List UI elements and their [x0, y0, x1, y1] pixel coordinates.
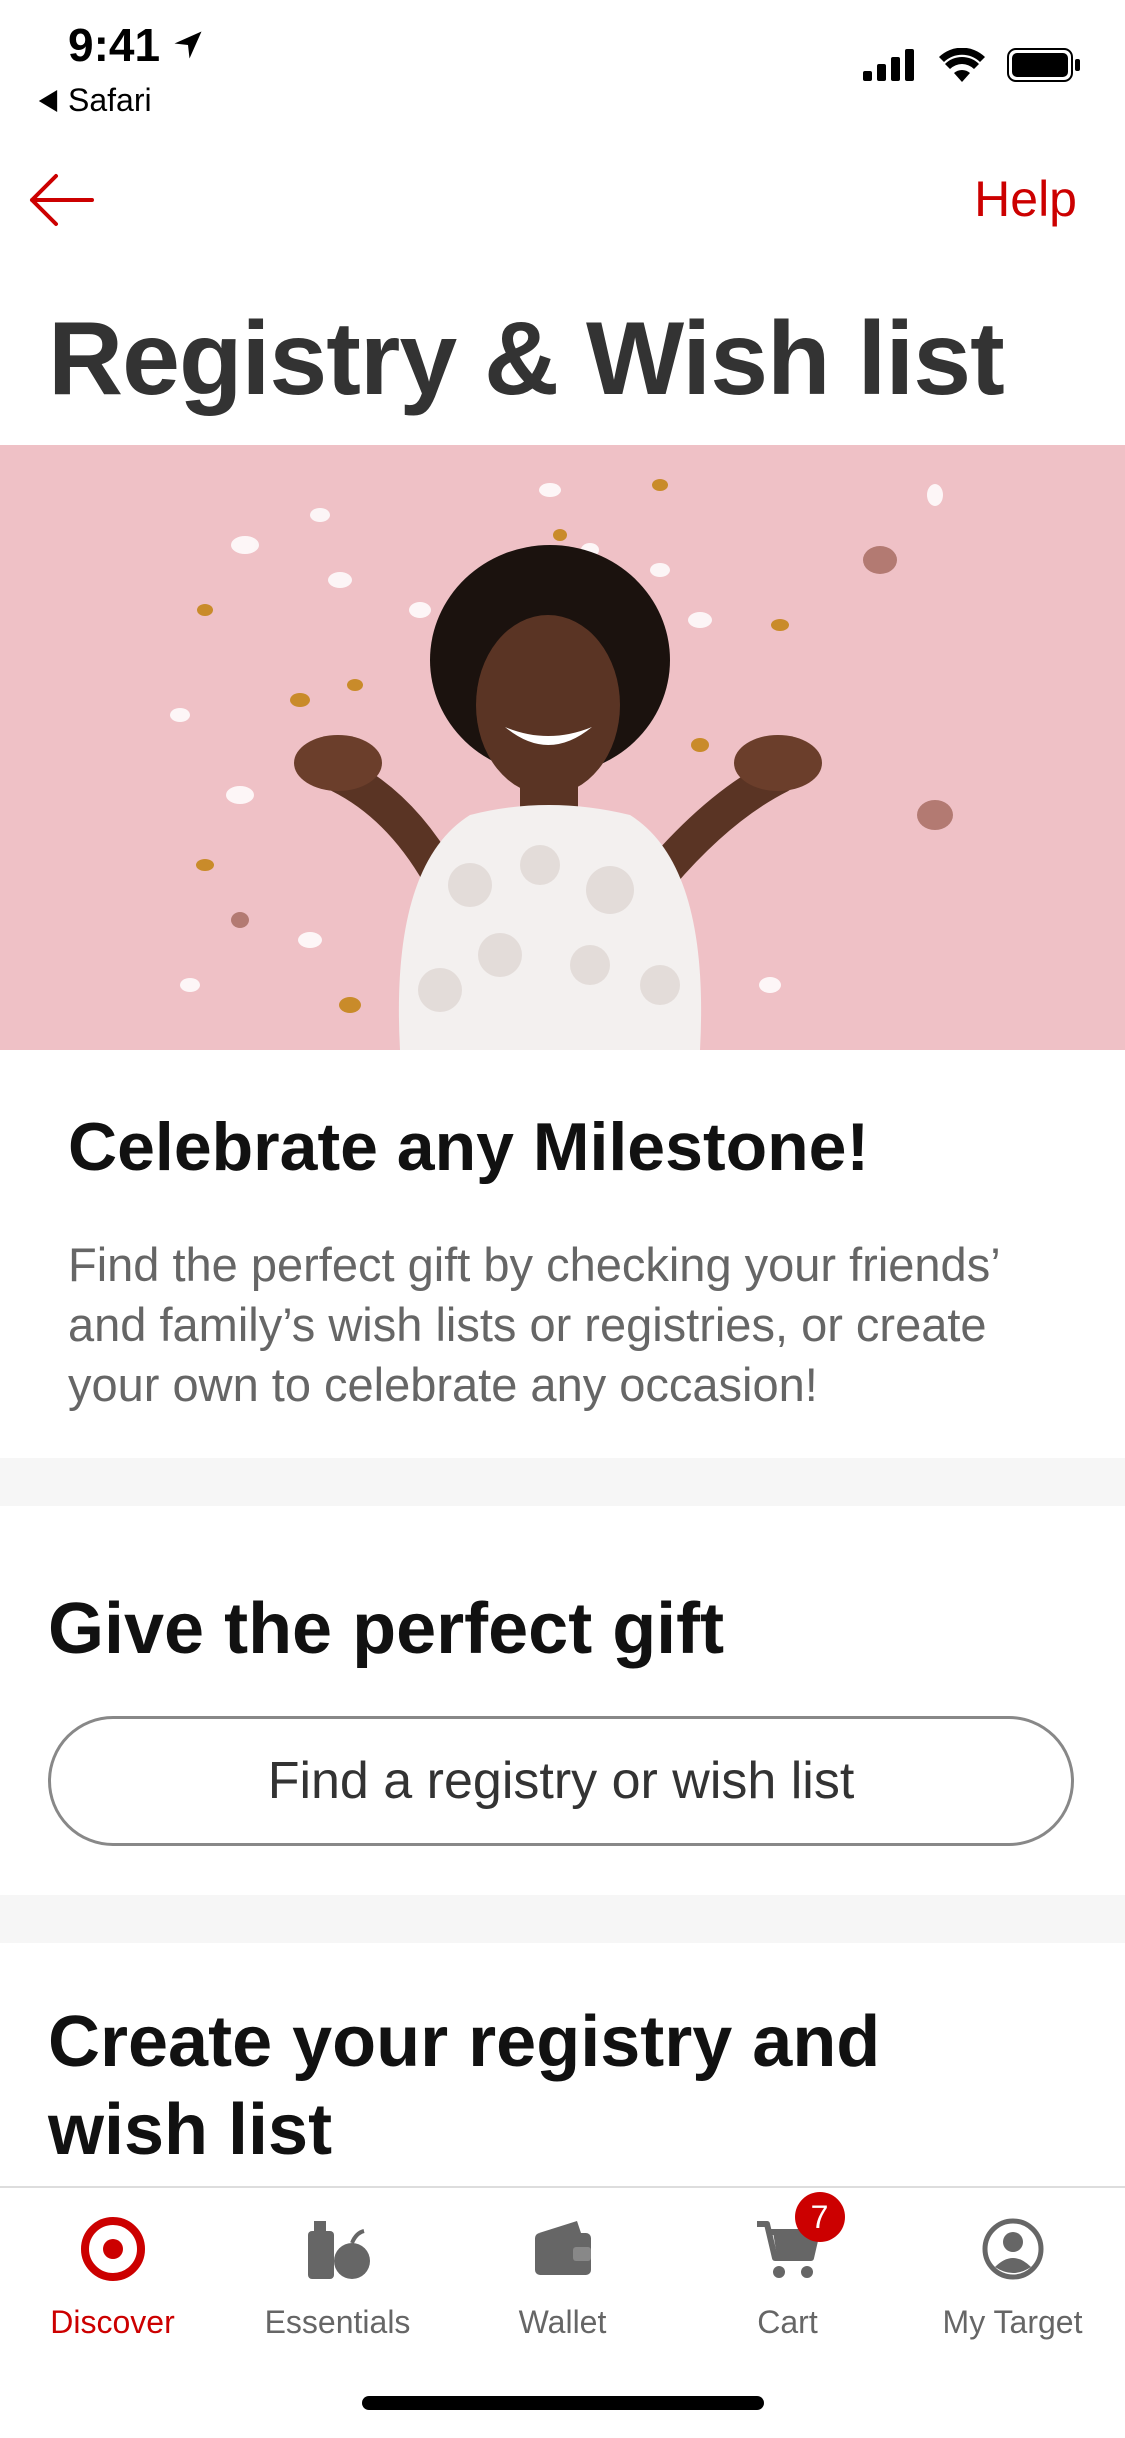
essentials-icon [303, 2214, 373, 2284]
back-button[interactable] [26, 170, 96, 230]
status-bar: 9:41 Safari [0, 0, 1125, 140]
section-divider [0, 1895, 1125, 1943]
wifi-icon [939, 48, 985, 82]
create-registry-title: Create your registry and wish list [48, 2002, 881, 2170]
tab-discover[interactable]: Discover [0, 2214, 225, 2344]
wallet-icon [528, 2214, 598, 2284]
home-indicator[interactable] [362, 2396, 764, 2410]
back-to-app[interactable]: Safari [38, 82, 152, 119]
profile-icon [978, 2214, 1048, 2284]
tab-essentials[interactable]: Essentials [225, 2214, 450, 2344]
arrow-left-icon [30, 174, 94, 226]
battery-icon [1007, 48, 1080, 82]
help-link[interactable]: Help [974, 170, 1077, 228]
tab-label: Cart [757, 2304, 818, 2340]
status-icons [863, 48, 1081, 82]
celebrate-title: Celebrate any Milestone! [68, 1109, 870, 1185]
target-bullseye-icon [78, 2214, 148, 2284]
cellular-signal-icon [863, 49, 914, 81]
back-triangle-icon [38, 89, 58, 112]
status-time-wrap: 9:41 [68, 18, 206, 72]
nav-bar: Help [0, 150, 1125, 250]
tab-label: Wallet [518, 2304, 607, 2340]
cart-count-badge: 7 [794, 2192, 845, 2242]
page-title: Registry & Wish list [48, 301, 1005, 417]
tab-label: My Target [942, 2304, 1083, 2340]
tab-my-target[interactable]: My Target [900, 2214, 1125, 2344]
tab-label: Discover [50, 2304, 175, 2340]
give-gift-title: Give the perfect gift [48, 1589, 725, 1669]
tab-label: Essentials [264, 2304, 411, 2340]
location-arrow-icon [174, 31, 202, 59]
celebrate-description: Find the perfect gift by checking your f… [68, 1238, 999, 1411]
tab-cart[interactable]: 7 Cart [675, 2192, 900, 2344]
cart-icon: 7 [753, 2192, 845, 2284]
back-app-label: Safari [68, 82, 152, 118]
celebration-illustration [170, 479, 953, 1050]
find-registry-button[interactable]: Find a registry or wish list [48, 1716, 1074, 1846]
tab-wallet[interactable]: Wallet [450, 2214, 675, 2344]
status-time: 9:41 [68, 19, 161, 71]
section-divider [0, 1458, 1125, 1506]
hero-image [0, 445, 1125, 1050]
